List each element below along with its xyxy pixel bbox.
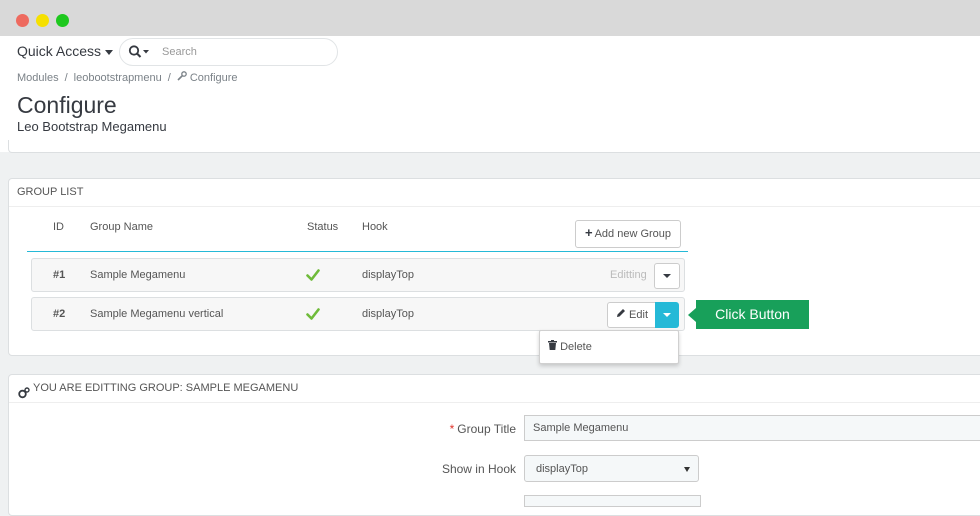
row-actions-dropdown: Delete <box>539 330 679 364</box>
page-subtitle: Leo Bootstrap Megamenu <box>17 119 167 134</box>
plus-icon: + <box>584 225 593 240</box>
group-list-panel: GROUP LIST ID Group Name Status Hook + Ad… <box>8 178 980 356</box>
delete-label: Delete <box>560 341 592 353</box>
callout-arrow <box>688 308 696 322</box>
column-header-group-name: Group Name <box>90 221 153 233</box>
caret-down-icon <box>663 313 671 317</box>
add-new-group-label: Add new Group <box>594 228 672 240</box>
status-check-icon <box>306 268 320 282</box>
table-row[interactable]: #2 Sample Megamenu vertical displayTop E… <box>31 297 685 331</box>
select-arrow-icon <box>684 467 690 472</box>
show-in-hook-select[interactable]: displayTop <box>524 455 699 482</box>
breadcrumb: Modules / leobootstrapmenu / Configure <box>17 71 238 84</box>
group-list-heading: GROUP LIST <box>9 179 980 207</box>
trash-icon <box>548 340 557 353</box>
minimize-window-icon[interactable] <box>36 14 49 27</box>
edit-group-heading-text: YOU ARE EDITTING GROUP: SAMPLE MEGAMENU <box>33 382 299 394</box>
group-title-input[interactable] <box>524 415 980 441</box>
window-titlebar <box>0 0 980 36</box>
pencil-icon <box>616 309 626 321</box>
breadcrumb-configure: Configure <box>189 72 238 84</box>
add-new-group-button[interactable]: + Add new Group <box>575 220 681 248</box>
edit-group-panel: YOU ARE EDITTING GROUP: SAMPLE MEGAMENU <box>8 374 980 516</box>
search-box <box>119 38 338 66</box>
row-id: #1 <box>53 269 66 281</box>
edit-button-label: Edit <box>629 309 649 321</box>
next-form-field[interactable] <box>524 495 701 507</box>
show-in-hook-value: displayTop <box>536 463 588 475</box>
status-check-icon <box>306 307 320 321</box>
row-id: #2 <box>53 308 66 320</box>
quick-access-label: Quick Access <box>17 43 102 59</box>
edit-group-heading: YOU ARE EDITTING GROUP: SAMPLE MEGAMENU <box>9 375 980 403</box>
show-in-hook-label: Show in Hook <box>441 462 516 476</box>
row-hook: displayTop <box>362 308 414 320</box>
maximize-window-icon[interactable] <box>56 14 69 27</box>
row-actions-toggle[interactable] <box>654 263 680 289</box>
row-group-name: Sample Megamenu <box>90 269 186 281</box>
close-window-icon[interactable] <box>16 14 29 27</box>
column-header-hook: Hook <box>362 221 388 233</box>
row-group-name: Sample Megamenu vertical <box>90 308 224 320</box>
column-header-id: ID <box>53 221 64 233</box>
breadcrumb-separator: / <box>64 72 68 84</box>
required-asterisk: * <box>449 422 455 436</box>
edit-dropdown-toggle[interactable] <box>655 302 679 328</box>
breadcrumb-separator: / <box>167 72 171 84</box>
page-header: Quick Access Modules / leobootstrapmenu / C… <box>0 36 980 152</box>
delete-menu-item[interactable]: Delete <box>548 331 592 363</box>
group-title-label-text: Group Title <box>457 422 516 436</box>
group-title-label: * Group Title <box>420 422 516 436</box>
breadcrumb-leobootstrapmenu[interactable]: leobootstrapmenu <box>74 72 162 84</box>
top-panel-edge <box>8 140 980 153</box>
editting-status-label: Editting <box>610 269 647 281</box>
search-input[interactable] <box>162 43 327 61</box>
group-list-heading-text: GROUP LIST <box>17 186 84 198</box>
search-icon[interactable] <box>128 44 154 60</box>
edit-button[interactable]: Edit <box>607 302 657 328</box>
table-header-divider <box>27 251 688 252</box>
page-title: Configure <box>17 92 117 118</box>
chevron-down-icon <box>105 49 114 55</box>
wrench-icon <box>177 71 187 84</box>
row-hook: displayTop <box>362 269 414 281</box>
caret-down-icon <box>663 274 671 278</box>
cogs-icon <box>18 383 30 399</box>
click-button-callout: Click Button <box>696 300 809 329</box>
column-header-status: Status <box>307 221 339 233</box>
breadcrumb-modules[interactable]: Modules <box>17 72 59 84</box>
quick-access-menu[interactable]: Quick Access <box>17 43 114 59</box>
table-row[interactable]: #1 Sample Megamenu displayTop Editting <box>31 258 685 292</box>
